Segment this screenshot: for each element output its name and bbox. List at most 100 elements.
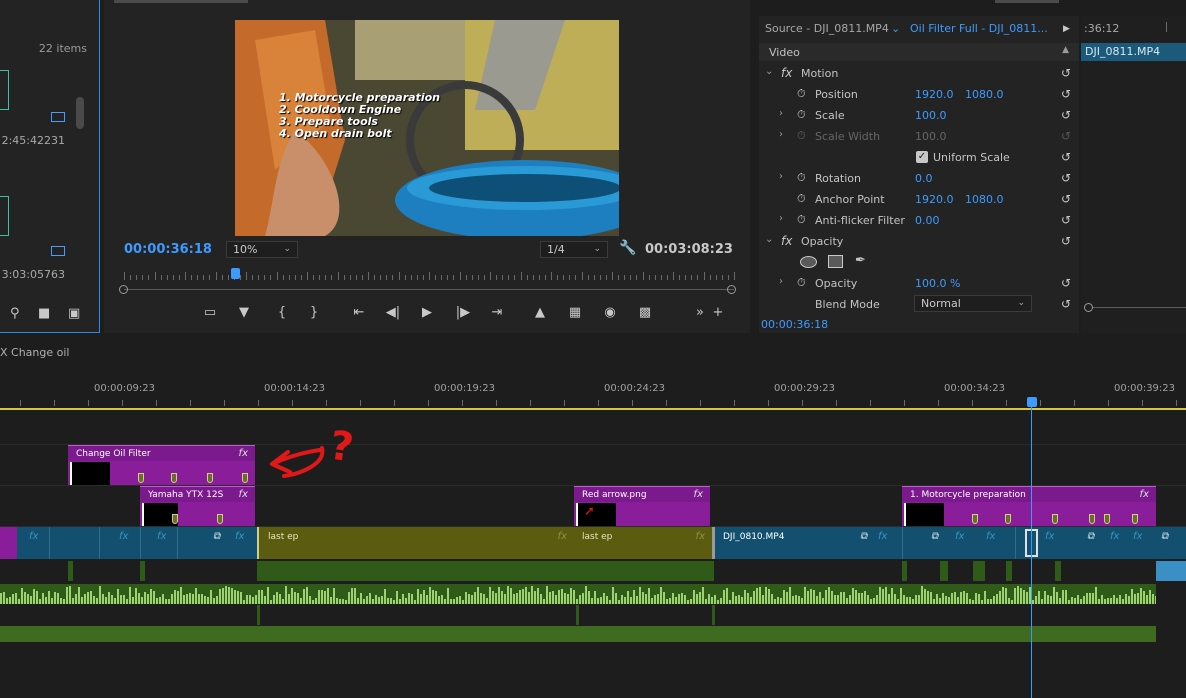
graphic-clip[interactable]: 1. Motorcycle preparation fx [902, 486, 1156, 526]
stopwatch-icon[interactable]: ⏱ [797, 108, 806, 122]
audio-clip[interactable] [257, 561, 714, 581]
go-to-out-icon[interactable]: ⇥ [486, 305, 508, 320]
safe-margins-icon[interactable]: ▭ [199, 305, 221, 320]
playhead-timecode[interactable]: 00:00:36:18 [124, 242, 212, 257]
keyframe[interactable] [1052, 514, 1058, 524]
reset-icon[interactable]: ↺ [1061, 87, 1071, 101]
keyframe[interactable] [171, 473, 177, 483]
stopwatch-icon[interactable]: ⏱ [797, 213, 806, 227]
video-frame[interactable]: 1. Motorcycle preparation 2. Cooldown En… [235, 20, 619, 236]
new-bin-icon[interactable]: ■ [38, 306, 50, 321]
play-arrow-icon[interactable]: ▶ [1063, 24, 1070, 34]
graphic-clip[interactable]: Change Oil Filter fx [68, 445, 255, 485]
effect-controls-timecode[interactable]: 00:00:36:18 [761, 318, 828, 331]
expand-chevron-icon[interactable]: ⌄ [765, 66, 773, 77]
audio-clip[interactable] [257, 605, 260, 625]
scroll-handle-left[interactable] [119, 285, 128, 294]
search-icon[interactable]: ⚲ [10, 306, 20, 321]
stopwatch-icon[interactable]: ⏱ [797, 192, 806, 206]
clip-thumbnail[interactable] [0, 196, 9, 236]
audio-clip[interactable] [0, 626, 1156, 642]
audio-waveform[interactable] [0, 584, 1156, 604]
graphic-clip[interactable]: Yamaha YTX 12S fx [140, 486, 255, 526]
audio-clip[interactable] [902, 561, 907, 581]
reset-icon[interactable]: ↺ [1061, 150, 1071, 164]
stopwatch-icon[interactable]: ⏱ [797, 87, 806, 101]
keyframe[interactable] [1005, 514, 1011, 524]
video-clip[interactable]: DJI_0810.MP4 ⧉ fx ⧉ fx fx fx ⧉ fx fx ⧉ [712, 527, 1186, 559]
keyframe[interactable] [1089, 514, 1095, 524]
audio-clip[interactable] [1156, 561, 1186, 581]
video-clip[interactable]: last ep fx [574, 527, 712, 559]
lift-icon[interactable]: ▲ [529, 305, 551, 320]
uniform-scale-checkbox[interactable]: ✓ [916, 151, 928, 163]
collapse-up-icon[interactable]: ▲ [1062, 45, 1069, 55]
reset-icon[interactable]: ↺ [1061, 66, 1071, 80]
zoom-dropdown[interactable]: 10% ⌄ [226, 241, 298, 258]
pen-mask-icon[interactable]: ✒ [855, 253, 866, 268]
expand-chevron-icon[interactable]: ⌄ [765, 234, 773, 245]
expand-chevron-icon[interactable]: › [779, 276, 783, 287]
keyframe[interactable] [972, 514, 978, 524]
clip-thumbnail[interactable] [0, 70, 9, 110]
clip-tab[interactable]: Oil Filter Full - DJI_0811... [910, 22, 1048, 35]
keyframe[interactable] [242, 473, 248, 483]
stopwatch-icon[interactable]: ⏱ [797, 276, 806, 290]
video-clip[interactable]: fx fx fx ⧉ fx [17, 527, 257, 559]
graphic-clip[interactable]: Red arrow.png fx ➚ [574, 486, 710, 526]
opacity-effect-row[interactable]: ⌄ fx Opacity ↺ [759, 231, 1079, 252]
audio-clip[interactable] [940, 561, 948, 581]
anchor-x-value[interactable]: 1920.0 [915, 193, 954, 206]
anti-flicker-value[interactable]: 0.00 [915, 214, 940, 227]
extract-icon[interactable]: ▦ [564, 305, 586, 320]
reset-icon[interactable]: ↺ [1061, 234, 1071, 248]
reset-icon[interactable]: ↺ [1061, 108, 1071, 122]
stopwatch-icon[interactable]: ⏱ [797, 171, 806, 185]
keyframe[interactable] [1132, 514, 1138, 524]
blend-mode-dropdown[interactable]: Normal ⌄ [914, 295, 1032, 312]
sequence-tab[interactable]: X Change oil [0, 346, 70, 359]
keyframe[interactable] [172, 514, 178, 524]
mark-in-icon[interactable]: { [271, 305, 293, 320]
audio-clip[interactable] [973, 561, 985, 581]
video-clip[interactable]: last ep fx [257, 527, 574, 559]
expand-chevron-icon[interactable]: › [779, 213, 783, 224]
mark-out-icon[interactable]: } [303, 305, 325, 320]
opacity-value[interactable]: 100.0 % [915, 277, 960, 290]
timeline-playhead[interactable] [1027, 397, 1037, 407]
resolution-dropdown[interactable]: 1/4 ⌄ [540, 241, 608, 258]
mini-scrollbar[interactable] [1093, 307, 1186, 308]
position-y-value[interactable]: 1080.0 [965, 88, 1004, 101]
anchor-y-value[interactable]: 1080.0 [965, 193, 1004, 206]
comparison-view-icon[interactable]: ▩ [634, 305, 656, 320]
go-to-in-icon[interactable]: ⇤ [348, 305, 370, 320]
work-area-bar[interactable] [0, 408, 1186, 410]
motion-row[interactable]: ⌄ fx Motion ↺ [759, 63, 1079, 84]
reset-icon[interactable]: ↺ [1061, 276, 1071, 290]
keyframe[interactable] [207, 473, 213, 483]
monitor-playhead[interactable] [231, 268, 240, 279]
audio-clip[interactable] [68, 561, 73, 581]
scroll-handle-right[interactable] [727, 285, 736, 294]
play-icon[interactable]: ▶ [416, 305, 438, 320]
project-scrollbar[interactable] [76, 97, 84, 129]
step-back-icon[interactable]: ◀| [382, 305, 404, 320]
wrench-icon[interactable]: 🔧 [619, 240, 636, 256]
reset-icon[interactable]: ↺ [1061, 171, 1071, 185]
step-forward-icon[interactable]: |▶ [452, 305, 474, 320]
position-x-value[interactable]: 1920.0 [915, 88, 954, 101]
add-marker-icon[interactable]: ▼ [233, 305, 255, 320]
monitor-time-ruler[interactable] [124, 270, 735, 280]
audio-clip[interactable] [140, 561, 145, 581]
ellipse-mask-icon[interactable] [800, 256, 817, 268]
expand-chevron-icon[interactable]: › [779, 171, 783, 182]
camera-icon[interactable]: ◉ [599, 305, 621, 320]
reset-icon[interactable]: ↺ [1061, 192, 1071, 206]
audio-clip[interactable] [576, 605, 579, 625]
graphic-clip[interactable] [0, 527, 17, 559]
keyframe[interactable] [1104, 514, 1110, 524]
rotation-value[interactable]: 0.0 [915, 172, 933, 185]
mini-timeline-clip[interactable]: DJI_0811.MP4 [1081, 43, 1186, 61]
audio-clip[interactable] [1055, 561, 1061, 581]
expand-chevron-icon[interactable]: › [779, 129, 783, 140]
